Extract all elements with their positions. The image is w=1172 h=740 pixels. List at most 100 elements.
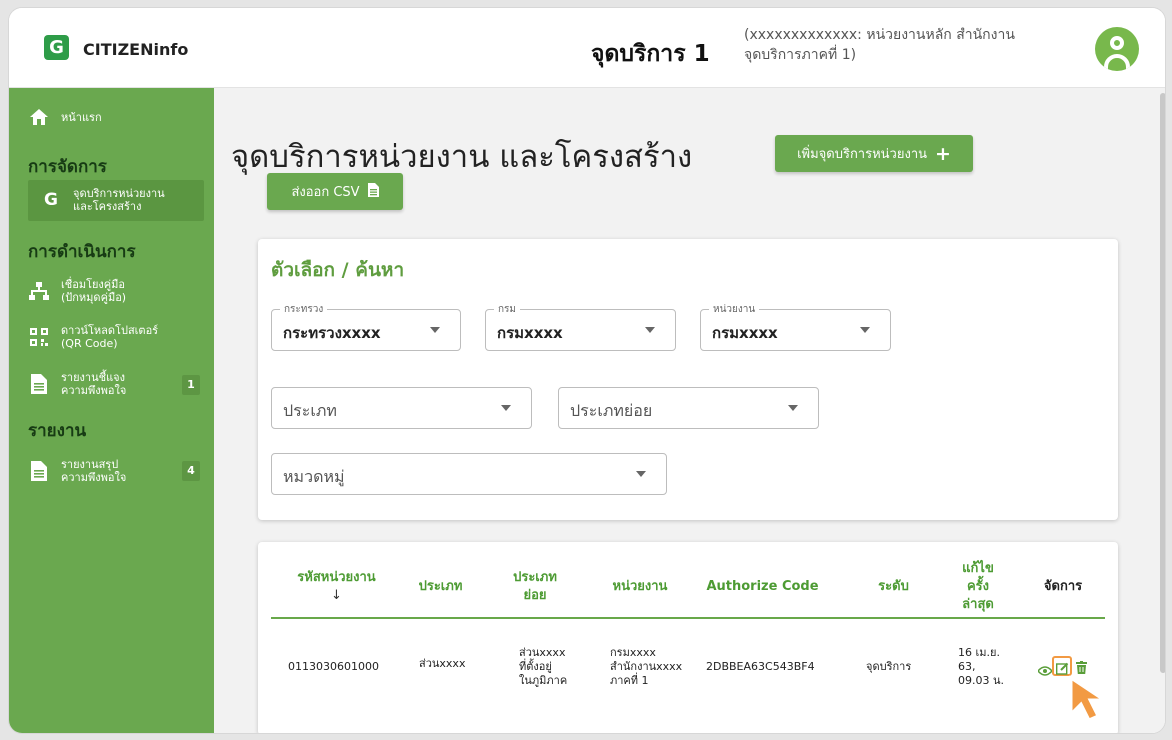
column-header-updated-line3: ล่าสุด <box>962 597 994 612</box>
sidebar-item-label-line1: เชื่อมโยงคู่มือ <box>61 278 126 291</box>
service-point-icon: G <box>44 189 58 210</box>
subtype-placeholder: ประเภทย่อย <box>570 401 653 420</box>
user-avatar-icon[interactable] <box>1095 27 1139 71</box>
document-icon <box>29 461 49 481</box>
sidebar-item-report-summary[interactable]: รายงานสรุป ความพึงพอใจ <box>29 458 126 484</box>
column-header-updated[interactable]: แก้ไข ครั้ง ล่าสุด <box>948 558 1008 616</box>
app-window: G CITIZENinfo จุดบริการ 1 (xxxxxxxxxxxxx… <box>8 7 1166 734</box>
unit-select[interactable]: หน่วยงาน กรมxxxx <box>700 302 891 351</box>
column-header-subtype[interactable]: ประเภท ย่อย <box>495 558 575 616</box>
sidebar-item-label-line1: จุดบริการหน่วยงาน <box>73 187 165 200</box>
column-header-code-label: รหัสหน่วยงาน <box>297 570 376 585</box>
sidebar-section-manage: การจัดการ <box>28 157 107 177</box>
top-bar: G CITIZENinfo จุดบริการ 1 (xxxxxxxxxxxxx… <box>9 8 1165 88</box>
ministry-label: กระทรวง <box>280 302 328 317</box>
sidebar-item-label-line2: ความพึงพอใจ <box>61 384 127 397</box>
add-service-point-button[interactable]: เพิ่มจุดบริการหน่วยงาน + <box>775 135 973 172</box>
header-unit-info: (xxxxxxxxxxxxx: หน่วยงานหลัก สำนักงาน จุ… <box>744 25 1074 65</box>
sidebar: หน้าแรก การจัดการ G จุดบริการหน่วยงาน แล… <box>9 88 214 733</box>
column-header-subtype-line1: ประเภท <box>513 570 557 585</box>
header-info-line2: จุดบริการภาคที่ 1) <box>744 47 857 63</box>
cell-subtype-text: ส่วนxxxx ที่ตั้งอยู่ ในภูมิภาค <box>519 646 567 688</box>
sidebar-item-label: รายงานสรุป ความพึงพอใจ <box>61 458 126 484</box>
report-summary-count-badge: 4 <box>182 461 200 481</box>
export-csv-button[interactable]: ส่งออก CSV <box>267 173 403 210</box>
sidebar-item-label: ดาวน์โหลดโปสเตอร์ (QR Code) <box>61 324 158 350</box>
subtype-select[interactable]: ประเภทย่อย <box>558 387 819 429</box>
main-content: จุดบริการหน่วยงาน และโครงสร้าง เพิ่มจุดบ… <box>214 88 1165 733</box>
view-icon[interactable] <box>1037 661 1053 680</box>
cell-subtype-line3: ในภูมิภาค <box>519 674 568 687</box>
cell-level: จุดบริการ <box>866 660 912 673</box>
export-csv-label: ส่งออก CSV <box>291 185 360 200</box>
filter-title: ตัวเลือก / ค้นหา <box>271 259 405 281</box>
column-header-type[interactable]: ประเภท <box>403 558 478 616</box>
unit-label: หน่วยงาน <box>709 302 760 317</box>
ministry-value: กระทรวงxxxx <box>283 324 381 342</box>
cell-code: 0113030601000 <box>288 660 379 673</box>
cell-updated-line2: 63, <box>958 660 976 673</box>
header-divider <box>271 617 1105 619</box>
service-point-title: จุดบริการ 1 <box>591 41 710 67</box>
cell-unit: กรมxxxx สำนักงานxxxx ภาคที่ 1 <box>610 635 700 699</box>
chevron-down-icon <box>645 327 655 333</box>
category-select[interactable]: หมวดหมู่ <box>271 453 667 495</box>
chevron-down-icon <box>501 405 511 411</box>
sidebar-item-download-poster[interactable]: ดาวน์โหลดโปสเตอร์ (QR Code) <box>29 324 158 350</box>
column-header-updated-content: แก้ไข ครั้ง ล่าสุด <box>962 560 994 614</box>
sidebar-item-label-line1: ดาวน์โหลดโปสเตอร์ <box>61 324 159 337</box>
network-icon <box>29 281 49 301</box>
sidebar-item-link-manual[interactable]: เชื่อมโยงคู่มือ (ปักหมุดคู่มือ) <box>29 278 126 304</box>
sidebar-section-report: รายงาน <box>28 421 87 441</box>
column-header-code-content: รหัสหน่วยงาน ↓ <box>297 569 375 605</box>
citizeninfo-logo-icon: G <box>44 35 69 60</box>
sidebar-item-label-line2: (ปักหมุดคู่มือ) <box>61 291 127 304</box>
sidebar-item-label: รายงานชี้แจง ความพึงพอใจ <box>61 371 126 397</box>
sidebar-item-label-line1: รายงานสรุป <box>61 458 119 471</box>
type-select[interactable]: ประเภท <box>271 387 532 429</box>
add-service-point-label: เพิ่มจุดบริการหน่วยงาน <box>797 147 927 162</box>
sidebar-item-service-point-content[interactable]: G จุดบริการหน่วยงาน และโครงสร้าง <box>41 187 165 213</box>
cell-updated-text: 16 เม.ย. 63, 09.03 น. <box>958 646 1004 688</box>
sidebar-item-report-explain[interactable]: รายงานชี้แจง ความพึงพอใจ <box>29 371 126 397</box>
brand-name: CITIZENinfo <box>83 40 189 59</box>
department-label: กรม <box>494 302 521 317</box>
cell-updated-line1: 16 เม.ย. <box>958 646 1000 659</box>
results-table-card: รหัสหน่วยงาน ↓ ประเภท ประเภท ย่อย หน่วยง… <box>258 542 1118 733</box>
column-header-unit[interactable]: หน่วยงาน <box>595 558 685 616</box>
column-header-code[interactable]: รหัสหน่วยงาน ↓ <box>280 558 393 616</box>
cell-authorize-code: 2DBBEA63C543BF4 <box>706 660 815 673</box>
ministry-select[interactable]: กระทรวง กระทรวงxxxx <box>271 302 461 351</box>
column-header-manage: จัดการ <box>1043 579 1083 594</box>
sidebar-item-label: หน้าแรก <box>61 110 102 124</box>
cell-unit-line1: กรมxxxx <box>610 646 656 659</box>
column-header-level[interactable]: ระดับ <box>856 558 931 616</box>
cell-subtype-line1: ส่วนxxxx <box>519 646 566 659</box>
vertical-scrollbar[interactable] <box>1160 93 1165 673</box>
sort-arrow-icon[interactable]: ↓ <box>297 587 375 605</box>
column-header-authorize-code[interactable]: Authorize Code <box>695 558 830 616</box>
cell-unit-line3: ภาคที่ 1 <box>610 674 649 687</box>
chevron-down-icon <box>430 327 440 333</box>
cell-updated: 16 เม.ย. 63, 09.03 น. <box>958 635 1018 699</box>
file-icon <box>367 182 379 201</box>
chevron-down-icon <box>636 471 646 477</box>
unit-value: กรมxxxx <box>712 324 778 342</box>
department-select[interactable]: กรม กรมxxxx <box>485 302 676 351</box>
cell-subtype: ส่วนxxxx ที่ตั้งอยู่ ในภูมิภาค <box>519 635 594 699</box>
sidebar-item-label: จุดบริการหน่วยงาน และโครงสร้าง <box>73 187 165 213</box>
type-placeholder: ประเภท <box>283 401 337 420</box>
header-info-line1: (xxxxxxxxxxxxx: หน่วยงานหลัก สำนักงาน <box>744 27 1015 43</box>
sidebar-item-label-line2: และโครงสร้าง <box>73 200 142 213</box>
category-placeholder: หมวดหมู่ <box>283 467 345 486</box>
sidebar-item-home[interactable]: หน้าแรก <box>29 107 102 127</box>
sidebar-item-label-line1: รายงานชี้แจง <box>61 371 125 384</box>
cell-unit-text: กรมxxxx สำนักงานxxxx ภาคที่ 1 <box>610 646 682 688</box>
qr-code-icon <box>29 327 49 347</box>
document-icon <box>29 374 49 394</box>
sidebar-item-label: เชื่อมโยงคู่มือ (ปักหมุดคู่มือ) <box>61 278 126 304</box>
column-header-updated-line1: แก้ไข <box>962 561 994 576</box>
cell-updated-line3: 09.03 น. <box>958 674 1005 687</box>
home-icon <box>29 107 49 127</box>
sidebar-item-label-line2: ความพึงพอใจ <box>61 471 127 484</box>
